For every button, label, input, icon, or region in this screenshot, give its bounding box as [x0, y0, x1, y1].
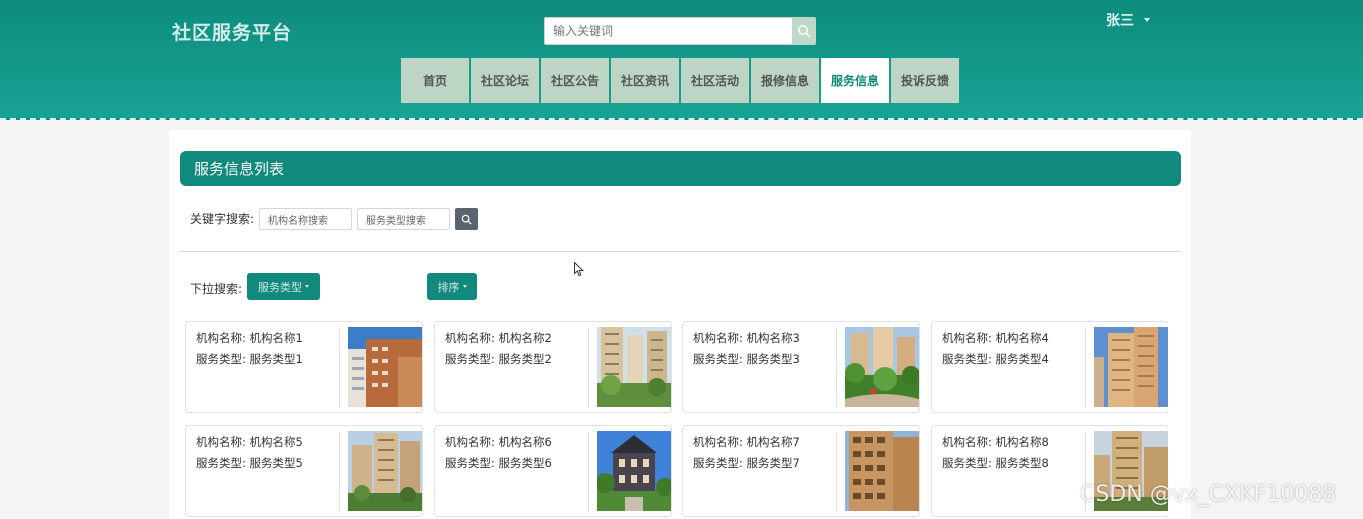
csdn-watermark: CSDN @vx_CXKF10088 — [1080, 482, 1337, 507]
service-card-grid: 机构名称: 机构名称1 服务类型: 服务类型1 机构名称: 机构名称2 服务类型… — [185, 321, 1168, 519]
card-divider — [339, 432, 340, 512]
card-org-name: 机构名称: 机构名称1 — [196, 331, 303, 345]
service-card[interactable]: 机构名称: 机构名称2 服务类型: 服务类型2 — [434, 321, 672, 413]
nav-complaint[interactable]: 投诉反馈 — [891, 58, 959, 103]
building-photo[interactable] — [597, 431, 671, 511]
service-card[interactable]: 机构名称: 机构名称5 服务类型: 服务类型5 — [185, 425, 423, 517]
service-type-dropdown-label: 服务类型 — [258, 280, 302, 294]
building-photo[interactable] — [597, 327, 671, 407]
top-header: 社区服务平台 张三 首页 社区论坛 社区公告 社区资讯 社区活动 报修信息 服务… — [0, 0, 1363, 120]
service-panel: 服务信息列表 关键字搜索: 机构名称搜索 服务类型搜索 下拉搜索: 服务类型 排… — [169, 130, 1191, 519]
chevron-down-icon — [1144, 18, 1150, 22]
keyword-search-label: 关键字搜索: — [190, 212, 255, 226]
card-service-type: 服务类型: 服务类型1 — [196, 352, 303, 366]
nav-repair[interactable]: 报修信息 — [751, 58, 819, 103]
global-search-input[interactable] — [544, 17, 792, 45]
service-type-dropdown[interactable]: 服务类型 — [247, 273, 320, 300]
nav-notice[interactable]: 社区公告 — [541, 58, 609, 103]
user-menu[interactable]: 张三 — [1106, 10, 1150, 30]
search-icon — [798, 25, 811, 38]
chevron-down-icon — [462, 285, 467, 288]
nav-news[interactable]: 社区资讯 — [611, 58, 679, 103]
service-type-search-input[interactable]: 服务类型搜索 — [357, 208, 450, 230]
building-photo[interactable] — [1094, 327, 1168, 407]
site-brand[interactable]: 社区服务平台 — [172, 18, 292, 45]
nav-home[interactable]: 首页 — [401, 58, 469, 103]
card-org-name: 机构名称: 机构名称4 — [942, 331, 1049, 345]
sort-dropdown-label: 排序 — [437, 280, 460, 294]
service-card[interactable]: 机构名称: 机构名称7 服务类型: 服务类型7 — [682, 425, 920, 517]
card-divider — [588, 432, 589, 512]
dropdown-search-label: 下拉搜索: — [190, 282, 243, 296]
card-divider — [836, 328, 837, 408]
global-search-button[interactable] — [792, 17, 816, 45]
card-service-type: 服务类型: 服务类型6 — [445, 456, 552, 470]
card-org-name: 机构名称: 机构名称7 — [693, 435, 800, 449]
building-photo[interactable] — [348, 327, 422, 407]
card-org-name: 机构名称: 机构名称3 — [693, 331, 800, 345]
sort-dropdown[interactable]: 排序 — [427, 273, 477, 300]
card-divider — [836, 432, 837, 512]
card-divider — [1085, 328, 1086, 408]
card-divider — [588, 328, 589, 408]
card-org-name: 机构名称: 机构名称5 — [196, 435, 303, 449]
service-card[interactable]: 机构名称: 机构名称4 服务类型: 服务类型4 — [931, 321, 1168, 413]
service-card[interactable]: 机构名称: 机构名称6 服务类型: 服务类型6 — [434, 425, 672, 517]
user-name: 张三 — [1106, 13, 1134, 29]
service-card[interactable]: 机构名称: 机构名称1 服务类型: 服务类型1 — [185, 321, 423, 413]
nav-service[interactable]: 服务信息 — [821, 58, 889, 103]
card-org-name: 机构名称: 机构名称8 — [942, 435, 1049, 449]
card-service-type: 服务类型: 服务类型3 — [693, 352, 800, 366]
search-icon — [461, 214, 472, 224]
mouse-cursor-icon — [574, 262, 584, 277]
section-divider — [179, 251, 1181, 252]
nav-activity[interactable]: 社区活动 — [681, 58, 749, 103]
building-photo[interactable] — [348, 431, 422, 511]
card-service-type: 服务类型: 服务类型5 — [196, 456, 303, 470]
panel-title: 服务信息列表 — [180, 151, 1181, 186]
building-photo[interactable] — [845, 327, 919, 407]
main-nav: 首页 社区论坛 社区公告 社区资讯 社区活动 报修信息 服务信息 投诉反馈 — [401, 58, 959, 103]
card-service-type: 服务类型: 服务类型7 — [693, 456, 800, 470]
card-org-name: 机构名称: 机构名称6 — [445, 435, 552, 449]
global-search — [544, 17, 816, 45]
org-name-search-input[interactable]: 机构名称搜索 — [259, 208, 352, 230]
card-service-type: 服务类型: 服务类型8 — [942, 456, 1049, 470]
card-service-type: 服务类型: 服务类型4 — [942, 352, 1049, 366]
card-service-type: 服务类型: 服务类型2 — [445, 352, 552, 366]
building-photo[interactable] — [845, 431, 919, 511]
keyword-search-button[interactable] — [455, 208, 478, 230]
card-org-name: 机构名称: 机构名称2 — [445, 331, 552, 345]
nav-forum[interactable]: 社区论坛 — [471, 58, 539, 103]
card-divider — [339, 328, 340, 408]
service-card[interactable]: 机构名称: 机构名称3 服务类型: 服务类型3 — [682, 321, 920, 413]
chevron-down-icon — [305, 285, 309, 288]
